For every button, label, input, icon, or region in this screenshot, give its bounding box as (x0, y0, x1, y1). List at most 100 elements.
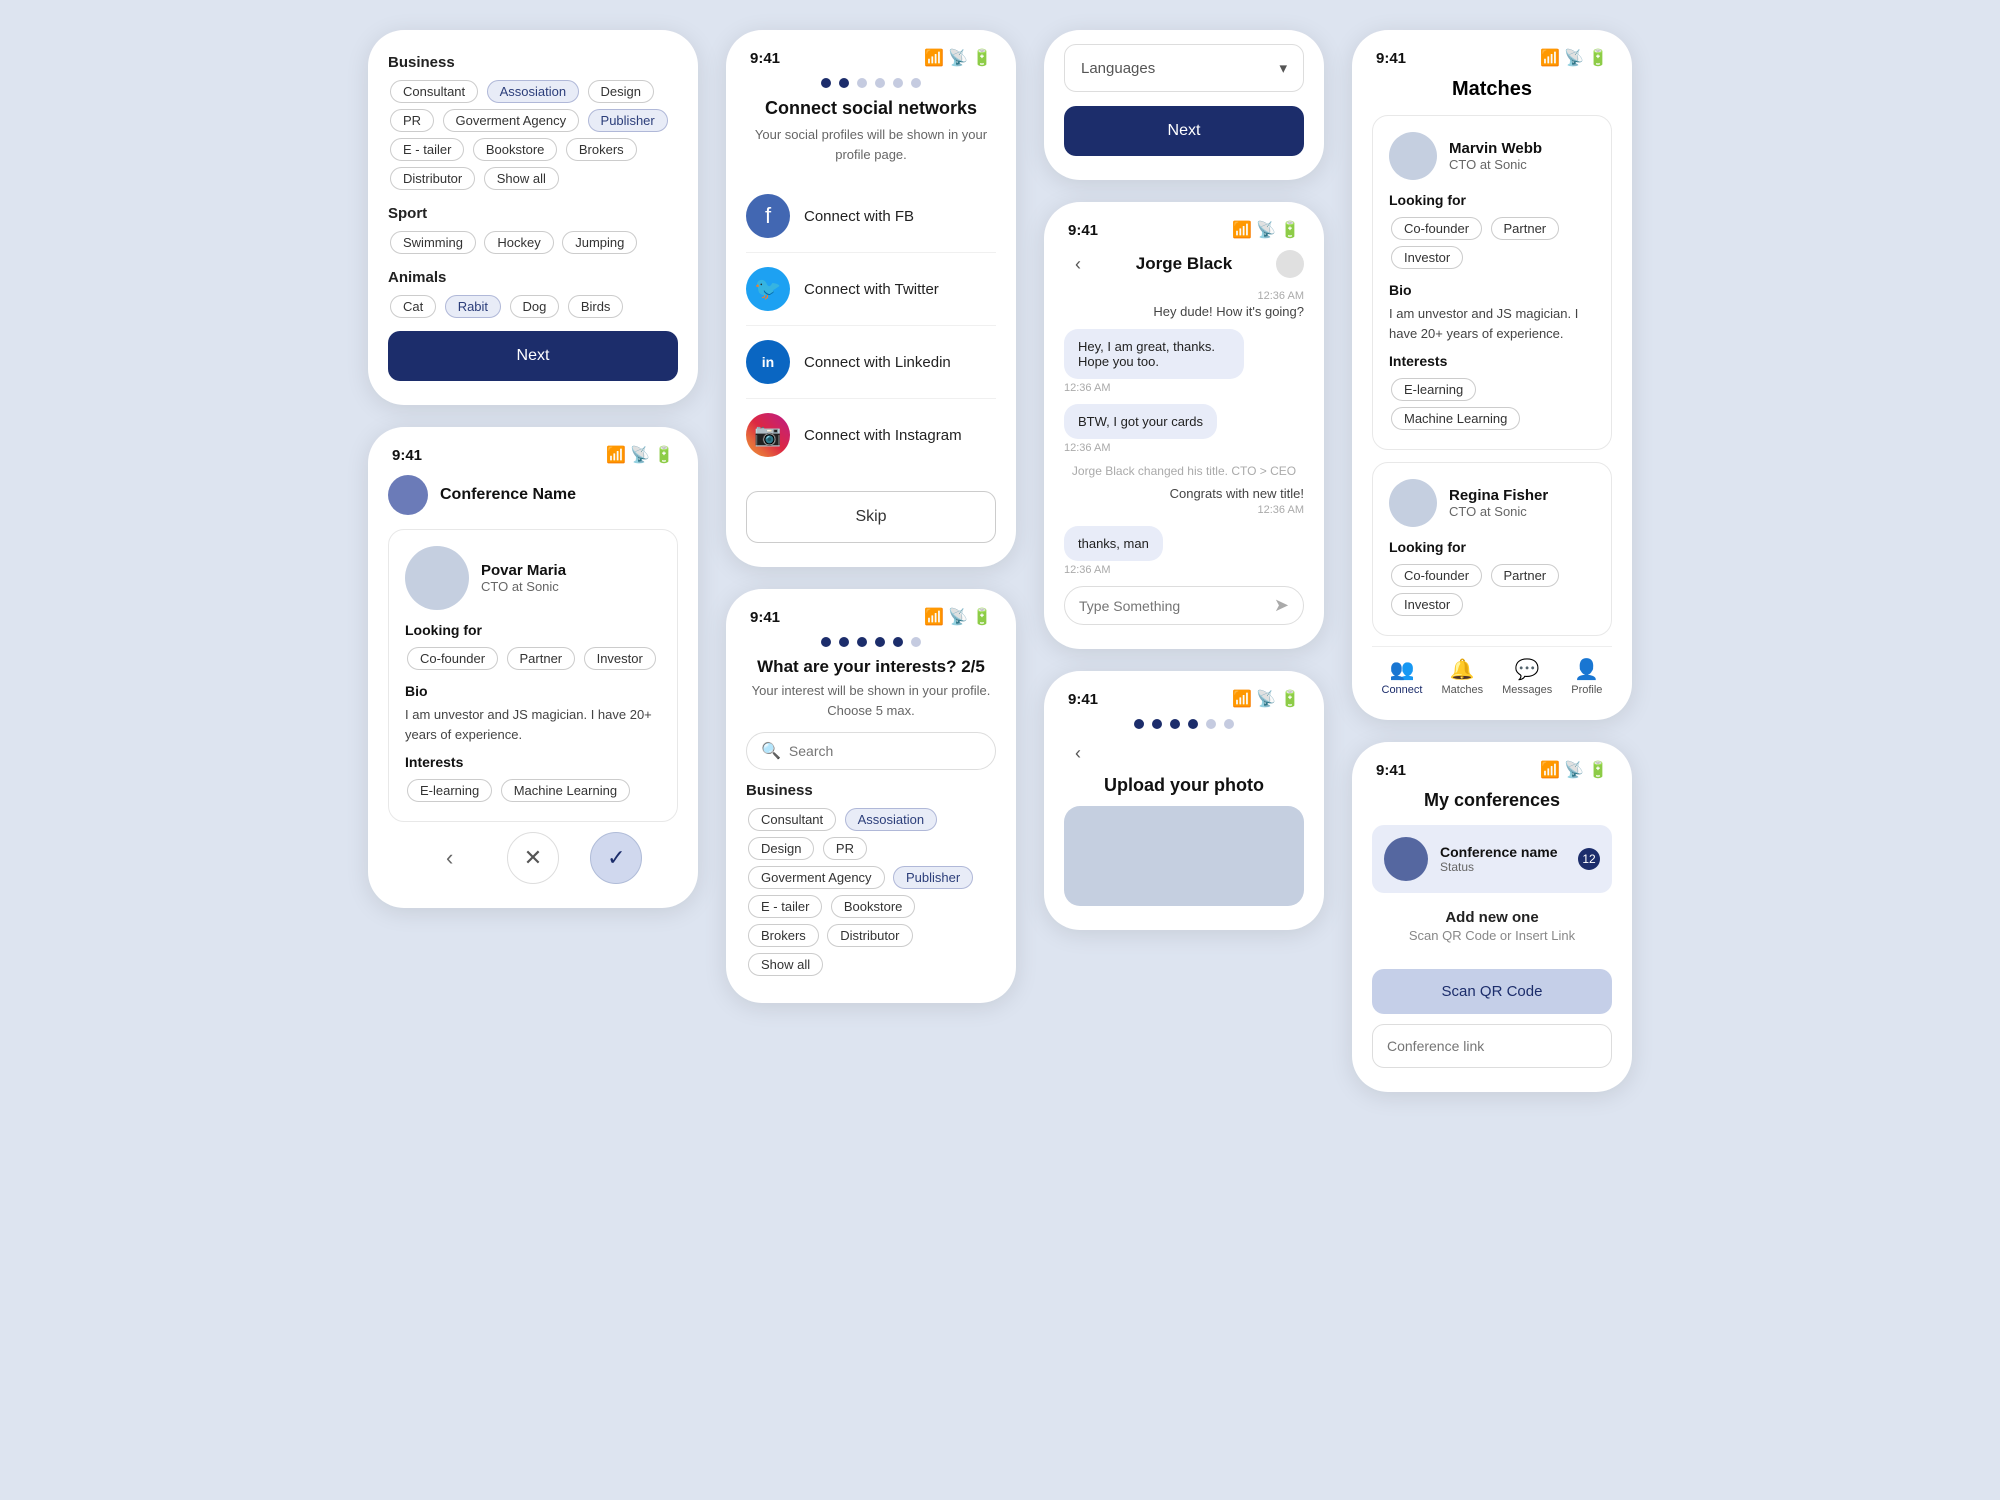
tag-pr[interactable]: PR (390, 109, 434, 132)
social-fb[interactable]: f Connect with FB (746, 180, 996, 253)
signal-icon-s9: 📶 (1540, 760, 1560, 780)
back-button-s7[interactable]: ‹ (1064, 739, 1092, 767)
sport-label: Sport (388, 205, 678, 222)
screen-chat: 9:41 📶 📡 🔋 ‹ Jorge Black 12:36 AM Hey du… (1044, 202, 1324, 649)
i-tag-assosiation[interactable]: Assosiation (845, 808, 937, 831)
prev-action-button[interactable]: ‹ (424, 832, 476, 884)
twitter-icon: 🐦 (746, 267, 790, 311)
battery-icon-s9: 🔋 (1588, 760, 1608, 780)
interests-subtitle: Your interest will be shown in your prof… (746, 681, 996, 720)
tag-hockey[interactable]: Hockey (484, 231, 553, 254)
signal-icon-s7: 📶 (1232, 689, 1252, 709)
tag-assosiation[interactable]: Assosiation (487, 80, 579, 103)
nav-messages-label: Messages (1502, 684, 1552, 696)
fb-icon: f (746, 194, 790, 238)
skip-button[interactable]: Skip (746, 491, 996, 543)
photo-upload-box[interactable] (1064, 806, 1304, 906)
tag-brokers[interactable]: Brokers (566, 138, 637, 161)
tag-publisher[interactable]: Publisher (588, 109, 668, 132)
accept-button[interactable]: ✓ (590, 832, 642, 884)
chat-header: ‹ Jorge Black (1064, 250, 1304, 278)
i-tag-publisher[interactable]: Publisher (893, 866, 973, 889)
msg-system: Jorge Black changed his title. CTO > CEO (1064, 464, 1304, 478)
conference-link-input[interactable] (1372, 1024, 1612, 1068)
signal-icon-s4: 📶 (924, 607, 944, 627)
nav-bar-screen8: 👥 Connect 🔔 Matches 💬 Messages 👤 Profile (1372, 646, 1612, 696)
languages-dropdown[interactable]: Languages ▾ (1064, 44, 1304, 92)
back-button-chat[interactable]: ‹ (1064, 250, 1092, 278)
dot-4-s7 (1188, 719, 1198, 729)
tag-rabit[interactable]: Rabit (445, 295, 501, 318)
tag-cat[interactable]: Cat (390, 295, 436, 318)
nav-messages[interactable]: 💬 Messages (1502, 657, 1552, 696)
section-sport: Sport Swimming Hockey Jumping (388, 205, 678, 257)
nav-connect[interactable]: 👥 Connect (1382, 657, 1423, 696)
time-screen3: 9:41 (392, 447, 422, 464)
status-icons-screen5: 📶 📡 🔋 (1232, 220, 1300, 240)
chat-input[interactable] (1079, 598, 1266, 614)
nav-matches[interactable]: 🔔 Matches (1442, 657, 1484, 696)
status-icons-screen8: 📶 📡 🔋 (1540, 48, 1608, 68)
scan-qr-button[interactable]: Scan QR Code (1372, 969, 1612, 1014)
tag-etailer[interactable]: E - tailer (390, 138, 464, 161)
social-instagram[interactable]: 📷 Connect with Instagram (746, 399, 996, 471)
tag-bookstore[interactable]: Bookstore (473, 138, 558, 161)
match-2-name: Regina Fisher (1449, 487, 1548, 504)
profile-card-screen3: Povar Maria CTO at Sonic Looking for Co-… (388, 529, 678, 822)
tag-jumping[interactable]: Jumping (562, 231, 637, 254)
tag-dog[interactable]: Dog (510, 295, 560, 318)
i-tag-showall[interactable]: Show all (748, 953, 823, 976)
conference-name: Conference Name (440, 486, 576, 504)
check-icon: ✓ (607, 845, 625, 871)
tag-showall-business[interactable]: Show all (484, 167, 559, 190)
i-tag-distributor[interactable]: Distributor (827, 924, 912, 947)
chat-title: Jorge Black (1092, 254, 1276, 274)
i-tag-brokers[interactable]: Brokers (748, 924, 819, 947)
tag-consultant[interactable]: Consultant (390, 80, 478, 103)
tag-cofounder-m1: Co-founder (1391, 217, 1482, 240)
dot-2-s7 (1152, 719, 1162, 729)
interests-section-business: Business Consultant Assosiation Design P… (746, 782, 996, 979)
tag-investor-m2: Investor (1391, 593, 1463, 616)
screen-my-conferences: 9:41 📶 📡 🔋 My conferences Conference nam… (1352, 742, 1632, 1092)
match-card-2: Regina Fisher CTO at Sonic Looking for C… (1372, 462, 1612, 636)
i-tag-etailer[interactable]: E - tailer (748, 895, 822, 918)
reject-button[interactable]: ✕ (507, 832, 559, 884)
add-new-title: Add new one (1372, 909, 1612, 926)
search-input-s4[interactable] (789, 743, 970, 759)
nav-profile[interactable]: 👤 Profile (1571, 657, 1602, 696)
msg-2: Hey, I am great, thanks. Hope you too. 1… (1064, 329, 1304, 394)
chat-input-area[interactable]: ➤ (1064, 586, 1304, 625)
search-bar-s4[interactable]: 🔍 (746, 732, 996, 770)
add-new-section: Add new one Scan QR Code or Insert Link (1372, 893, 1612, 959)
interests-label-screen3: Interests (405, 754, 661, 770)
screen-languages: Languages ▾ Next (1044, 30, 1324, 180)
match-2-looking-label: Looking for (1389, 539, 1595, 555)
dot-3-s2 (857, 78, 867, 88)
instagram-label: Connect with Instagram (804, 427, 962, 444)
twitter-label: Connect with Twitter (804, 281, 939, 298)
tag-design[interactable]: Design (588, 80, 654, 103)
profile-icon: 👤 (1574, 657, 1599, 682)
social-twitter[interactable]: 🐦 Connect with Twitter (746, 253, 996, 326)
i-tag-bookstore[interactable]: Bookstore (831, 895, 916, 918)
tag-swimming[interactable]: Swimming (390, 231, 476, 254)
i-tag-design[interactable]: Design (748, 837, 814, 860)
business-tags: Consultant Assosiation Design PR Goverme… (388, 77, 678, 193)
tag-distributor[interactable]: Distributor (390, 167, 475, 190)
tag-govagency[interactable]: Goverment Agency (443, 109, 580, 132)
match-1-looking-tags: Co-founder Partner Investor (1389, 214, 1595, 272)
next-button-screen6[interactable]: Next (1064, 106, 1304, 156)
i-tag-pr[interactable]: PR (823, 837, 867, 860)
send-button[interactable]: ➤ (1274, 595, 1289, 616)
tag-partner-s3: Partner (507, 647, 576, 670)
screen-categories: Business Consultant Assosiation Design P… (368, 30, 698, 405)
i-tag-govagency[interactable]: Goverment Agency (748, 866, 885, 889)
i-tag-consultant[interactable]: Consultant (748, 808, 836, 831)
tag-birds[interactable]: Birds (568, 295, 624, 318)
social-linkedin[interactable]: in Connect with Linkedin (746, 326, 996, 399)
conference-item[interactable]: Conference name Status 12 (1372, 825, 1612, 893)
next-button-screen1[interactable]: Next (388, 331, 678, 381)
chevron-left-icon: ‹ (446, 845, 453, 871)
time-screen7: 9:41 (1068, 691, 1098, 708)
